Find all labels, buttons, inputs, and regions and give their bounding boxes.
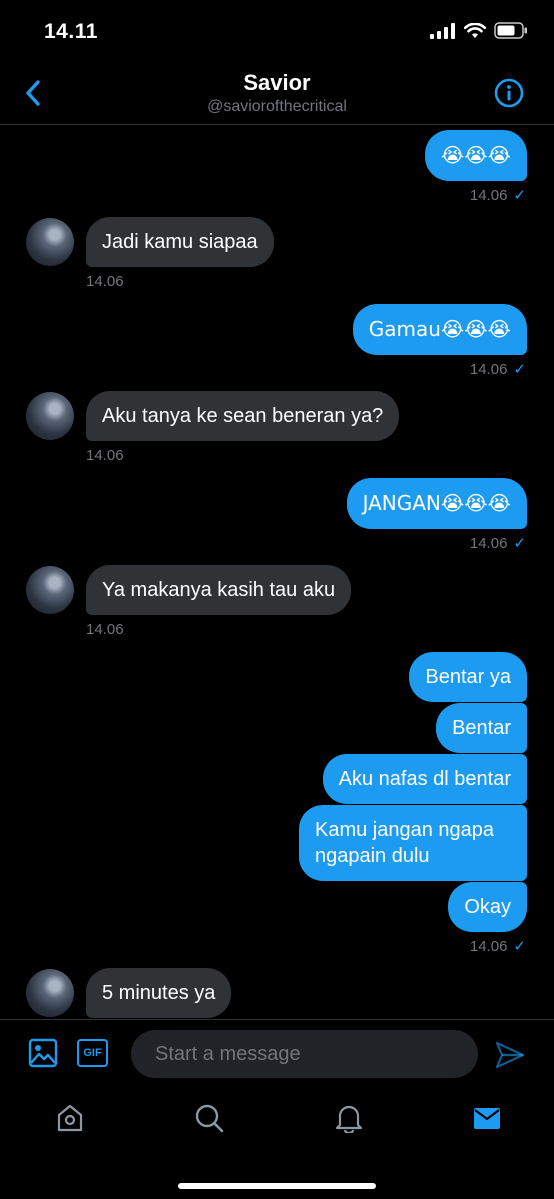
- message-bubble[interactable]: Bentar ya: [409, 652, 527, 702]
- gif-label: GIF: [83, 1047, 102, 1059]
- message-timestamp: 14.06 ✓: [469, 187, 526, 204]
- notifications-bell-icon[interactable]: [334, 1103, 364, 1133]
- message-bubble[interactable]: Okay: [448, 882, 527, 932]
- messages-envelope-icon[interactable]: [472, 1103, 502, 1133]
- message-bubble[interactable]: 😭😭😭: [424, 130, 527, 181]
- gif-button[interactable]: GIF: [77, 1039, 108, 1067]
- avatar[interactable]: [26, 566, 74, 614]
- message-timestamp: 14.06: [86, 621, 124, 638]
- message-bubble[interactable]: 5 minutes ya: [86, 968, 232, 1018]
- message-bubble[interactable]: Kamu jangan ngapa ngapain dulu: [299, 805, 527, 881]
- home-indicator: [178, 1183, 376, 1189]
- search-icon[interactable]: [194, 1103, 224, 1133]
- info-icon[interactable]: [494, 78, 524, 108]
- message-bubble[interactable]: Aku tanya ke sean beneran ya?: [86, 391, 400, 441]
- avatar[interactable]: [26, 392, 74, 440]
- contact-handle[interactable]: @saviorofthecritical: [0, 98, 554, 116]
- message-timestamp: 14.06: [86, 447, 124, 464]
- home-icon[interactable]: [55, 1103, 85, 1133]
- message-bubble[interactable]: Gamau😭😭😭: [352, 304, 527, 355]
- status-time: 14.11: [44, 20, 98, 43]
- message-timestamp: 14.06: [86, 273, 124, 290]
- avatar[interactable]: [26, 218, 74, 266]
- message-bubble[interactable]: Bentar: [436, 703, 527, 753]
- send-icon[interactable]: [494, 1040, 526, 1070]
- avatar[interactable]: [26, 969, 74, 1017]
- status-icons: [430, 22, 528, 39]
- conversation-header: Savior @saviorofthecritical: [0, 62, 554, 125]
- contact-name[interactable]: Savior: [0, 70, 554, 96]
- message-bubble[interactable]: Aku nafas dl bentar: [322, 754, 527, 804]
- message-bubble[interactable]: Ya makanya kasih tau aku: [86, 565, 352, 615]
- bottom-tab-bar: [0, 1089, 554, 1199]
- message-input[interactable]: Start a message: [131, 1030, 478, 1078]
- message-bubble[interactable]: JANGAN😭😭😭: [346, 478, 527, 529]
- message-bubble[interactable]: Jadi kamu siapaa: [86, 217, 274, 267]
- message-timestamp: 14.06 ✓: [469, 938, 526, 955]
- signal-icon: [430, 22, 455, 39]
- message-timestamp: 14.06 ✓: [469, 535, 526, 552]
- status-bar: 14.11: [0, 0, 554, 60]
- message-placeholder: Start a message: [155, 1043, 301, 1065]
- message-timestamp: 14.06 ✓: [469, 361, 526, 378]
- wifi-icon: [464, 22, 486, 38]
- battery-icon: [494, 22, 527, 39]
- message-thread[interactable]: 😭😭😭 14.06 ✓ Jadi kamu siapaa 14.06 Gamau😭…: [0, 124, 554, 1019]
- image-icon[interactable]: [28, 1038, 58, 1068]
- message-composer: GIF Start a message: [0, 1019, 554, 1090]
